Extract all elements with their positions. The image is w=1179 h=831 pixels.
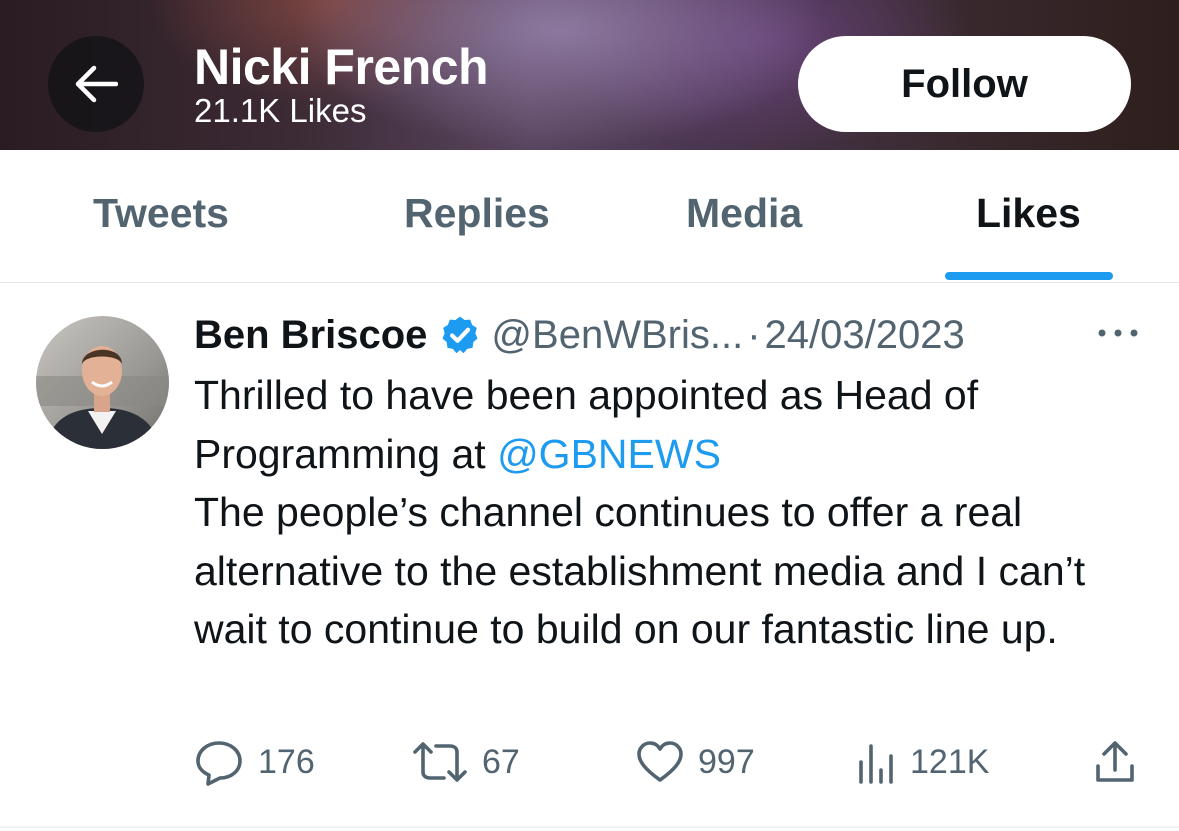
active-tab-indicator (945, 272, 1113, 280)
author-name[interactable]: Ben Briscoe (194, 313, 427, 358)
heart-icon (637, 741, 683, 782)
tab-tweets[interactable]: Tweets (93, 190, 229, 237)
tab-likes[interactable]: Likes (976, 190, 1081, 237)
profile-header: Nicki French 21.1K Likes Follow (0, 0, 1179, 150)
divider (0, 826, 1179, 828)
retweet-icon (413, 742, 467, 782)
retweet-count: 67 (482, 742, 520, 781)
tweet-text-part2: The people’s channel continues to offer … (194, 489, 1086, 652)
reply-icon (196, 741, 242, 786)
profile-name: Nicki French (194, 39, 489, 95)
avatar-photo (36, 316, 169, 449)
tweet-text: Thrilled to have been appointed as Head … (194, 366, 1154, 659)
views-count: 121K (910, 742, 990, 781)
like-button[interactable]: 997 (636, 737, 755, 787)
views-bar-chart-icon (859, 744, 893, 784)
reply-count: 176 (258, 742, 315, 781)
tweet-date[interactable]: 24/03/2023 (765, 313, 965, 358)
retweet-button[interactable]: 67 (412, 737, 520, 787)
verified-badge-icon (442, 316, 478, 354)
separator-dot: · (747, 312, 761, 357)
tweet-header: Ben Briscoe @BenWBris... · 24/03/2023 (194, 310, 965, 360)
author-handle[interactable]: @BenWBris... (491, 313, 743, 358)
reply-button[interactable]: 176 (194, 737, 315, 787)
share-icon (1096, 741, 1134, 782)
back-button[interactable] (48, 36, 144, 132)
arrow-left-icon (75, 65, 118, 103)
views-button[interactable]: 121K (856, 737, 989, 787)
likes-count: 21.1K Likes (194, 92, 367, 129)
like-count: 997 (698, 742, 755, 781)
profile-tabs: Tweets Replies Media Likes (0, 150, 1179, 283)
follow-button[interactable]: Follow (798, 36, 1131, 132)
share-button[interactable] (1094, 737, 1136, 787)
tab-media[interactable]: Media (686, 190, 802, 237)
more-horizontal-icon[interactable] (1094, 318, 1142, 348)
avatar[interactable] (36, 316, 169, 449)
tab-replies[interactable]: Replies (404, 190, 550, 237)
mention-link[interactable]: @GBNEWS (497, 431, 721, 477)
